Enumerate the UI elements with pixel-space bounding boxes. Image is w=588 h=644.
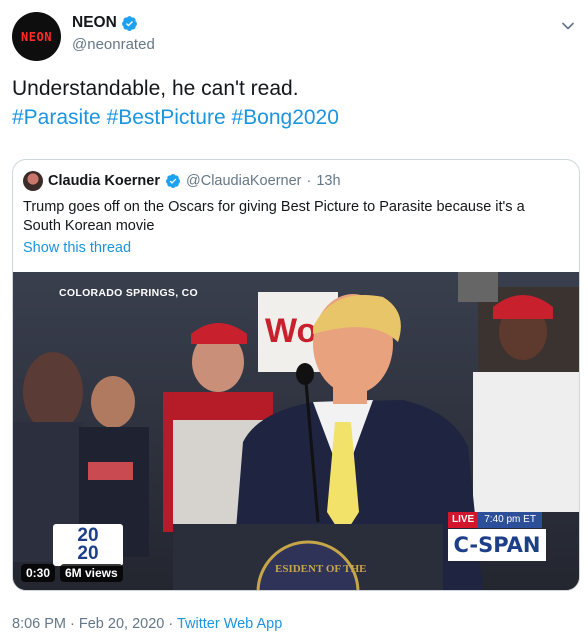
avatar-logo-text: NEON xyxy=(21,29,52,44)
author-display-name[interactable]: NEON xyxy=(72,14,117,32)
verified-badge-icon xyxy=(165,174,180,188)
quoted-tweet-card[interactable]: Claudia Koerner @ClaudiaKoerner · 13h Tr… xyxy=(12,159,580,591)
campaign-2020-logo: 20 20 xyxy=(53,524,123,566)
header-separator: · xyxy=(306,173,312,189)
quoted-author-avatar xyxy=(23,171,43,191)
video-player[interactable]: Wo ESIDENT OF THE COLORADO SPRINGS, CO 2… xyxy=(13,272,579,590)
video-duration: 0:30 xyxy=(21,564,56,582)
source-app-link[interactable]: Twitter Web App xyxy=(177,616,282,632)
hashtag-link[interactable]: #Bong2020 xyxy=(231,106,338,129)
show-thread-link[interactable]: Show this thread xyxy=(23,240,131,256)
logo-year-bottom: 20 xyxy=(77,543,99,564)
svg-text:ESIDENT OF THE: ESIDENT OF THE xyxy=(275,563,367,575)
tweet-timestamp[interactable]: 8:06 PM · Feb 20, 2020 · xyxy=(12,616,177,632)
svg-text:Wo: Wo xyxy=(265,312,317,350)
live-time: 7:40 pm ET xyxy=(478,512,542,528)
cspan-logo: C-SPAN xyxy=(448,529,546,561)
author-name-row: NEON xyxy=(72,14,138,32)
chevron-down-icon[interactable] xyxy=(558,16,578,36)
hashtag-link[interactable]: #Parasite xyxy=(12,106,101,129)
hashtag-link[interactable]: #BestPicture xyxy=(107,106,226,129)
tweet-body: Understandable, he can't read. #Parasite… xyxy=(12,74,572,132)
live-label: LIVE xyxy=(448,512,479,528)
live-indicator: LIVE 7:40 pm ET xyxy=(448,512,542,528)
quoted-tweet-header: Claudia Koerner @ClaudiaKoerner · 13h xyxy=(23,171,341,191)
author-avatar[interactable]: NEON xyxy=(12,12,61,61)
verified-badge-icon xyxy=(121,15,137,31)
quoted-author-handle: @ClaudiaKoerner xyxy=(186,173,302,189)
tweet-footer: 8:06 PM · Feb 20, 2020 · Twitter Web App xyxy=(12,616,282,632)
quoted-author-name: Claudia Koerner xyxy=(48,173,160,189)
quoted-tweet-text: Trump goes off on the Oscars for giving … xyxy=(23,199,525,234)
tweet-header: NEON NEON @neonrated xyxy=(12,10,578,62)
quoted-tweet-time: 13h xyxy=(316,173,341,189)
video-views: 6M views xyxy=(60,564,123,582)
location-caption: COLORADO SPRINGS, CO xyxy=(59,287,199,299)
tweet-text-line: Understandable, he can't read. xyxy=(12,77,299,100)
tweet-hashtags: #Parasite #BestPicture #Bong2020 xyxy=(12,103,572,132)
author-handle[interactable]: @neonrated xyxy=(72,36,155,53)
